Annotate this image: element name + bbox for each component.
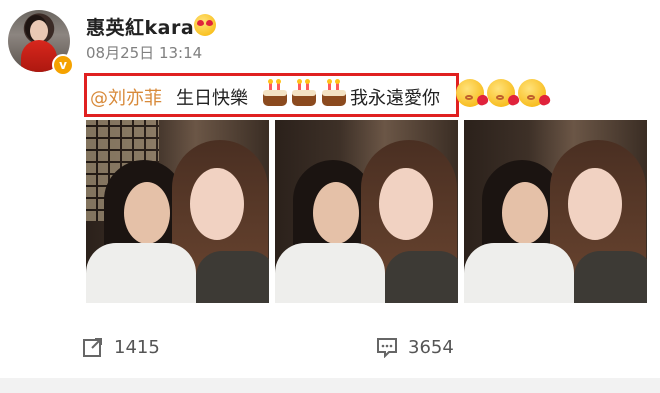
post-text-birthday: 生日快樂 (176, 88, 248, 109)
avatar[interactable]: v (8, 10, 74, 76)
comment-count: 3654 (408, 336, 454, 358)
birthday-cake-emoji-icon (321, 79, 347, 108)
post-text-love: 我永遠愛你 (350, 88, 440, 109)
repost-icon (83, 338, 102, 357)
repost-count: 1415 (114, 336, 160, 358)
blowing-kiss-emoji-icon (518, 79, 546, 107)
post-timestamp[interactable]: 08月25日 13:14 (86, 42, 202, 63)
comment-button[interactable]: 3654 (376, 336, 454, 358)
feed-divider (0, 378, 660, 393)
username[interactable]: 惠英紅kara (86, 13, 194, 40)
birthday-cake-emoji-icon (262, 79, 288, 108)
post-photo-3[interactable] (464, 120, 647, 303)
blowing-kiss-emoji-icon (456, 79, 484, 107)
post-photo-1[interactable] (86, 120, 269, 303)
repost-button[interactable]: 1415 (82, 336, 160, 358)
comment-icon (377, 338, 397, 358)
birthday-cake-emoji-icon (291, 79, 317, 108)
blowing-kiss-emoji-icon (487, 79, 515, 107)
heart-eyes-emoji-icon (194, 14, 216, 36)
mention-link[interactable]: @刘亦菲 (90, 84, 162, 110)
post-photo-2[interactable] (275, 120, 458, 303)
verified-badge-icon: v (52, 54, 74, 76)
